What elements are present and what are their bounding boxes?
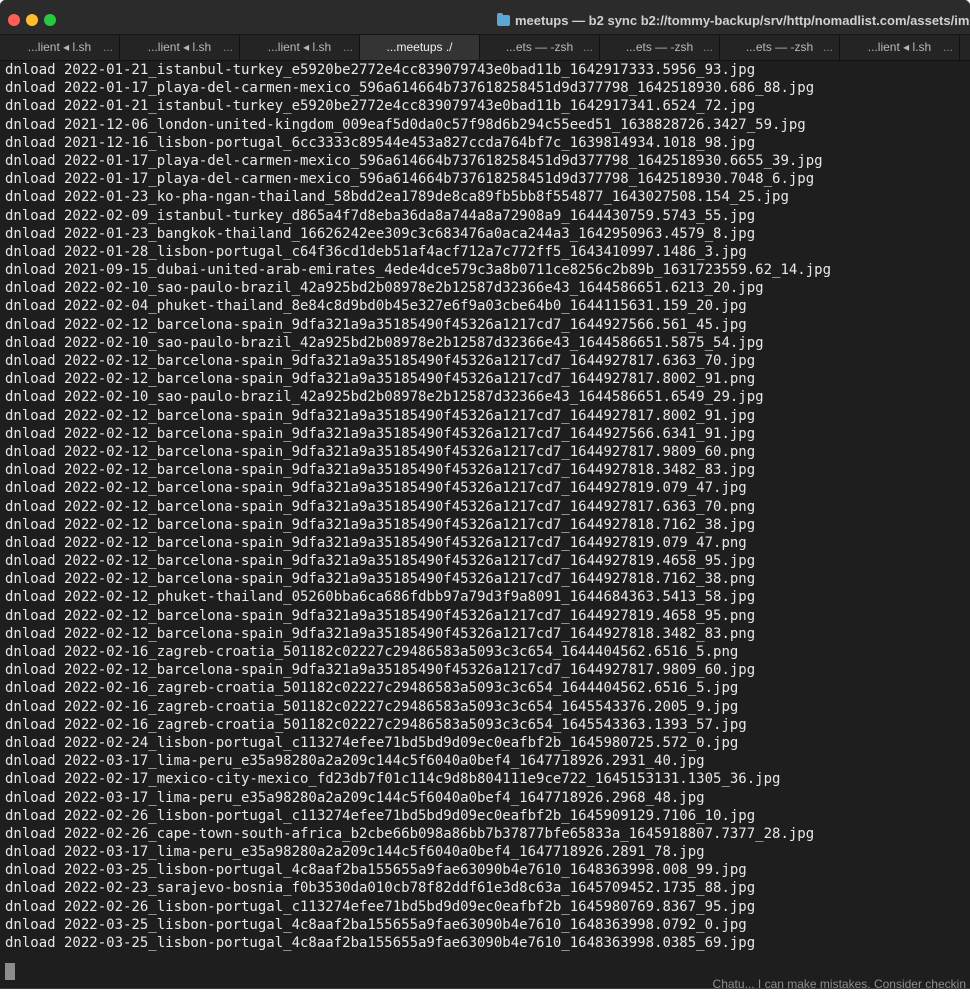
tab-5[interactable]: ...ets — -zsh... — [480, 35, 600, 60]
terminal-line: dnload 2021-09-15_dubai-united-arab-emir… — [5, 262, 832, 279]
tab-7[interactable]: ...ets — -zsh... — [720, 35, 840, 60]
terminal-line: dnload 2022-02-24_lisbon-portugal_c11327… — [5, 734, 739, 751]
tab-close-icon[interactable]: ... — [343, 35, 353, 60]
terminal-line: dnload 2022-01-17_playa-del-carmen-mexic… — [5, 80, 815, 97]
tab-label: ...ets — -zsh — [505, 40, 574, 54]
terminal-line: dnload 2022-02-10_sao-paulo-brazil_42a92… — [5, 280, 764, 297]
terminal-line: dnload 2022-02-10_sao-paulo-brazil_42a92… — [5, 389, 764, 406]
close-window-button[interactable] — [8, 14, 20, 26]
terminal-line: dnload 2022-02-12_barcelona-spain_9dfa32… — [5, 407, 756, 424]
tab-6[interactable]: ...ets — -zsh... — [600, 35, 720, 60]
terminal-lines: dnload 2022-01-21_istanbul-turkey_e5920b… — [5, 61, 965, 952]
terminal-line: dnload 2022-01-17_playa-del-carmen-mexic… — [5, 152, 823, 169]
background-overlay-text: Chatu... I can make mistakes. Consider c… — [712, 977, 966, 991]
terminal-line: dnload 2022-02-16_zagreb-croatia_501182c… — [5, 680, 739, 697]
minimize-window-button[interactable] — [26, 14, 38, 26]
tab-4[interactable]: ...meetups ./ — [360, 35, 480, 60]
terminal-output[interactable]: dnload 2022-01-21_istanbul-turkey_e5920b… — [0, 61, 970, 988]
terminal-cursor — [5, 963, 15, 980]
terminal-line: dnload 2022-02-12_barcelona-spain_9dfa32… — [5, 498, 756, 515]
window-title: meetups — b2 sync b2://tommy-backup/srv/… — [515, 12, 970, 28]
terminal-line: dnload 2022-02-12_barcelona-spain_9dfa32… — [5, 571, 756, 588]
terminal-line: dnload 2022-01-23_ko-pha-ngan-thailand_5… — [5, 189, 789, 206]
terminal-line: dnload 2022-02-12_barcelona-spain_9dfa32… — [5, 353, 756, 369]
terminal-window: meetups — b2 sync b2://tommy-backup/srv/… — [0, 0, 970, 988]
tab-label: ...ets — -zsh — [745, 40, 814, 54]
tab-close-icon[interactable]: ... — [703, 35, 713, 60]
tab-label: ...ets — -zsh — [625, 40, 694, 54]
tab-1[interactable]: ...lient ◂ l.sh... — [0, 35, 120, 60]
terminal-line: dnload 2022-01-28_lisbon-portugal_c64f36… — [5, 243, 747, 260]
tab-label: ...lient ◂ l.sh — [867, 40, 932, 54]
tab-2[interactable]: ...lient ◂ l.sh... — [120, 35, 240, 60]
terminal-line: dnload 2022-02-09_istanbul-turkey_d865a4… — [5, 207, 756, 224]
tab-close-icon[interactable]: ... — [943, 35, 953, 60]
terminal-line: dnload 2022-02-16_zagreb-croatia_501182c… — [5, 698, 739, 715]
tab-label: ...lient ◂ l.sh — [27, 40, 92, 54]
tab-label: ...lient ◂ l.sh — [147, 40, 212, 54]
terminal-line: dnload 2022-03-17_lima-peru_e35a98280a2a… — [5, 844, 705, 861]
terminal-line: dnload 2022-02-26_lisbon-portugal_c11327… — [5, 898, 756, 915]
terminal-line: dnload 2022-02-12_barcelona-spain_9dfa32… — [5, 462, 756, 479]
terminal-line: dnload 2022-02-12_barcelona-spain_9dfa32… — [5, 607, 756, 624]
zoom-window-button[interactable] — [44, 14, 56, 26]
folder-icon — [497, 12, 510, 26]
terminal-line: dnload 2022-03-25_lisbon-portugal_4c8aaf… — [5, 916, 747, 933]
terminal-line: dnload 2022-02-12_barcelona-spain_9dfa32… — [5, 425, 756, 442]
terminal-line: dnload 2022-02-10_sao-paulo-brazil_42a92… — [5, 334, 764, 351]
tab-close-icon[interactable]: ... — [823, 35, 833, 60]
terminal-line: dnload 2022-02-23_sarajevo-bosnia_f0b353… — [5, 880, 756, 897]
title-bar: meetups — b2 sync b2://tommy-backup/srv/… — [0, 0, 970, 35]
terminal-line: dnload 2022-03-17_lima-peru_e35a98280a2a… — [5, 753, 705, 770]
terminal-line: dnload 2022-02-12_barcelona-spain_9dfa32… — [5, 480, 747, 497]
terminal-line: dnload 2022-01-21_istanbul-turkey_e5920b… — [5, 98, 756, 115]
tab-label: ...lient ◂ l.sh — [267, 40, 332, 54]
tab-8[interactable]: ...lient ◂ l.sh... — [840, 35, 960, 60]
terminal-line: dnload 2022-02-12_barcelona-spain_9dfa32… — [5, 553, 756, 570]
tab-bar: ...lient ◂ l.sh... ...lient ◂ l.sh... ...l… — [0, 35, 970, 61]
terminal-line: dnload 2021-12-06_london-united-kingdom_… — [5, 116, 806, 133]
terminal-line: dnload 2022-01-17_playa-del-carmen-mexic… — [5, 171, 815, 188]
terminal-line: dnload 2022-02-12_barcelona-spain_9dfa32… — [5, 371, 756, 388]
terminal-line: dnload 2022-02-12_barcelona-spain_9dfa32… — [5, 625, 756, 642]
terminal-line: dnload 2022-03-17_lima-peru_e35a98280a2a… — [5, 789, 705, 806]
terminal-line: dnload 2022-02-12_barcelona-spain_9dfa32… — [5, 316, 747, 333]
terminal-line: dnload 2022-02-26_cape-town-south-africa… — [5, 825, 815, 842]
terminal-line: dnload 2022-02-04_phuket-thailand_8e84c8… — [5, 298, 747, 315]
terminal-line: dnload 2022-02-12_phuket-thailand_05260b… — [5, 589, 756, 606]
terminal-line: dnload 2022-02-16_zagreb-croatia_501182c… — [5, 644, 739, 660]
terminal-line: dnload 2022-02-12_barcelona-spain_9dfa32… — [5, 534, 747, 551]
tab-close-icon[interactable]: ... — [223, 35, 233, 60]
terminal-line: dnload 2022-02-26_lisbon-portugal_c11327… — [5, 807, 756, 824]
tab-close-icon[interactable]: ... — [583, 35, 593, 60]
tab-label: ...meetups ./ — [386, 40, 453, 54]
window-title-group: meetups — b2 sync b2://tommy-backup/srv/… — [497, 11, 970, 29]
terminal-line: dnload 2022-02-12_barcelona-spain_9dfa32… — [5, 443, 756, 460]
terminal-line: dnload 2022-02-12_barcelona-spain_9dfa32… — [5, 662, 756, 679]
terminal-line: dnload 2022-02-16_zagreb-croatia_501182c… — [5, 716, 747, 733]
terminal-line: dnload 2022-03-25_lisbon-portugal_4c8aaf… — [5, 862, 747, 879]
tab-close-icon[interactable]: ... — [103, 35, 113, 60]
terminal-line: dnload 2022-01-23_bangkok-thailand_16626… — [5, 225, 756, 242]
terminal-line: dnload 2022-02-12_barcelona-spain_9dfa32… — [5, 516, 756, 533]
tab-3[interactable]: ...lient ◂ l.sh... — [240, 35, 360, 60]
terminal-line: dnload 2022-02-17_mexico-city-mexico_fd2… — [5, 771, 781, 788]
terminal-line: dnload 2022-01-21_istanbul-turkey_e5920b… — [5, 62, 756, 78]
terminal-line: dnload 2021-12-16_lisbon-portugal_6cc333… — [5, 134, 756, 151]
terminal-line: dnload 2022-03-25_lisbon-portugal_4c8aaf… — [5, 935, 756, 951]
